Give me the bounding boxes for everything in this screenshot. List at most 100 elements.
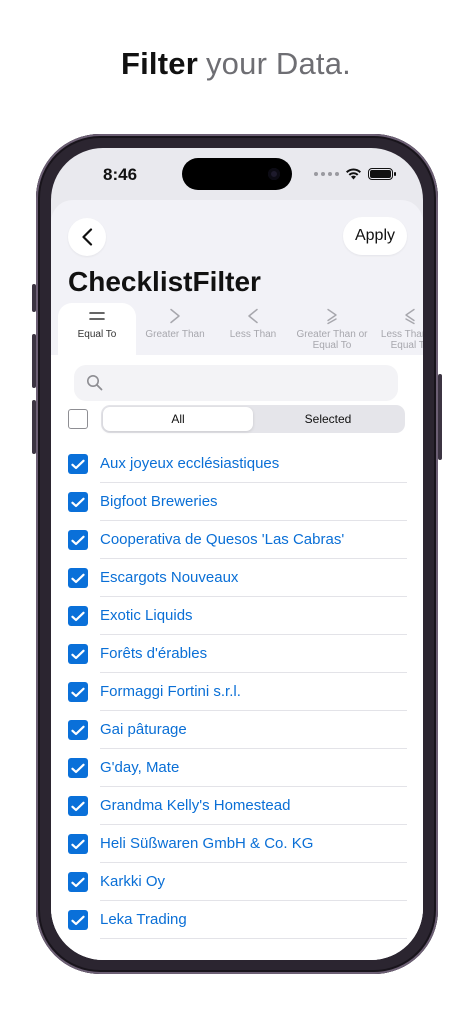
list-item-label: Formaggi Fortini s.r.l.	[100, 683, 241, 700]
camera-icon	[268, 168, 280, 180]
list-item[interactable]: Heli Süßwaren GmbH & Co. KG	[51, 825, 423, 863]
row-divider	[100, 938, 407, 939]
less-than-icon	[248, 308, 258, 324]
tab-greater-equal[interactable]: Greater Than or Equal To	[293, 303, 371, 355]
checkmark-icon	[71, 497, 85, 507]
status-time: 8:46	[103, 165, 138, 184]
list-item-label: Grandma Kelly's Homestead	[100, 797, 291, 814]
list-item[interactable]: Escargots Nouveaux	[51, 559, 423, 597]
list-item[interactable]: Bigfoot Breweries	[51, 483, 423, 521]
cellular-signal-icon	[314, 171, 339, 176]
checkbox-checked[interactable]	[68, 872, 88, 892]
list-item[interactable]: Exotic Liquids	[51, 597, 423, 635]
headline: Filter your Data.	[0, 46, 472, 82]
search-input[interactable]	[110, 365, 390, 401]
segment-selected[interactable]: Selected	[253, 407, 403, 431]
segmented-control: All Selected	[101, 405, 405, 433]
volume-up-button	[32, 334, 36, 388]
dynamic-island	[182, 158, 292, 190]
list-item-label: Cooperativa de Quesos 'Las Cabras'	[100, 531, 345, 548]
search-icon	[87, 375, 103, 391]
tab-greater-than[interactable]: Greater Than	[136, 303, 214, 355]
operator-tabs: Equal To Greater Than Less Than Greater …	[51, 303, 423, 355]
checkmark-icon	[71, 687, 85, 697]
select-all-checkbox[interactable]	[68, 409, 88, 429]
list-item[interactable]: Leka Trading	[51, 901, 423, 939]
tab-label: Less Than or Equal To	[380, 329, 423, 351]
checkmark-icon	[71, 725, 85, 735]
list-item[interactable]: Formaggi Fortini s.r.l.	[51, 673, 423, 711]
list-item-label: Bigfoot Breweries	[100, 493, 218, 510]
checkbox-checked[interactable]	[68, 796, 88, 816]
list-item[interactable]: Aux joyeux ecclésiastiques	[51, 445, 423, 483]
tab-less-equal[interactable]: Less Than or Equal To	[371, 303, 423, 355]
status-bar: 8:46	[51, 148, 423, 202]
list-item-label: Escargots Nouveaux	[100, 569, 239, 586]
list-item[interactable]: Karkki Oy	[51, 863, 423, 901]
list-item-label: Heli Süßwaren GmbH & Co. KG	[100, 835, 314, 852]
checkbox-checked[interactable]	[68, 530, 88, 550]
page-title: ChecklistFilter	[68, 266, 261, 297]
segment-all[interactable]: All	[103, 407, 253, 431]
filter-content: All Selected Aux joyeux ecclésiastiques B…	[51, 355, 423, 960]
tab-label: Equal To	[77, 329, 117, 340]
checkbox-checked[interactable]	[68, 606, 88, 626]
checkmark-icon	[71, 801, 85, 811]
wifi-icon	[346, 168, 361, 180]
tab-label: Greater Than	[145, 329, 205, 340]
checkmark-icon	[71, 649, 85, 659]
checkbox-checked[interactable]	[68, 568, 88, 588]
list-item-label: Leka Trading	[100, 911, 187, 928]
checkbox-checked[interactable]	[68, 910, 88, 930]
checkmark-icon	[71, 839, 85, 849]
filter-sheet: Apply ChecklistFilter Equal To Greater T…	[51, 200, 423, 960]
checkmark-icon	[71, 877, 85, 887]
less-equal-icon	[405, 308, 415, 324]
chevron-left-icon	[82, 228, 93, 246]
list-item-label: Aux joyeux ecclésiastiques	[100, 455, 280, 472]
greater-equal-icon	[327, 308, 337, 324]
phone-frame: 8:46 Apply ChecklistFilter Equal To Grea…	[32, 134, 442, 974]
checkmark-icon	[71, 535, 85, 545]
checkbox-checked[interactable]	[68, 644, 88, 664]
tab-label: Less Than	[229, 329, 277, 340]
checkbox-checked[interactable]	[68, 720, 88, 740]
back-button[interactable]	[68, 218, 106, 256]
checkmark-icon	[71, 459, 85, 469]
list-item-label: G'day, Mate	[100, 759, 180, 776]
action-button	[32, 284, 36, 312]
checkmark-icon	[71, 763, 85, 773]
greater-than-icon	[170, 308, 180, 324]
tab-less-than[interactable]: Less Than	[214, 303, 292, 355]
checkmark-icon	[71, 611, 85, 621]
volume-down-button	[32, 400, 36, 454]
status-icons	[314, 167, 396, 180]
checkmark-icon	[71, 573, 85, 583]
list-item[interactable]: G'day, Mate	[51, 749, 423, 787]
list-item[interactable]: Gai pâturage	[51, 711, 423, 749]
list-item[interactable]: Forêts d'érables	[51, 635, 423, 673]
checklist: Aux joyeux ecclésiastiques Bigfoot Brewer…	[51, 445, 423, 939]
checkbox-checked[interactable]	[68, 834, 88, 854]
headline-rest: your Data.	[205, 46, 351, 81]
list-item[interactable]: Cooperativa de Quesos 'Las Cabras'	[51, 521, 423, 559]
checkbox-checked[interactable]	[68, 682, 88, 702]
list-item-label: Exotic Liquids	[100, 607, 193, 624]
battery-icon	[368, 167, 396, 180]
tab-equal-to[interactable]: Equal To	[58, 303, 136, 355]
apply-button[interactable]: Apply	[342, 217, 407, 255]
phone-screen: 8:46 Apply ChecklistFilter Equal To Grea…	[51, 148, 423, 960]
list-item-label: Forêts d'érables	[100, 645, 208, 662]
search-field[interactable]	[74, 365, 398, 401]
checkbox-checked[interactable]	[68, 758, 88, 778]
power-button	[438, 374, 442, 460]
checkbox-checked[interactable]	[68, 492, 88, 512]
list-item[interactable]: Grandma Kelly's Homestead	[51, 787, 423, 825]
equal-icon	[89, 312, 105, 320]
list-item-label: Gai pâturage	[100, 721, 187, 738]
headline-bold: Filter	[120, 46, 198, 81]
checkmark-icon	[71, 915, 85, 925]
tab-label: Greater Than or Equal To	[296, 329, 368, 351]
list-item-label: Karkki Oy	[100, 873, 166, 890]
checkbox-checked[interactable]	[68, 454, 88, 474]
